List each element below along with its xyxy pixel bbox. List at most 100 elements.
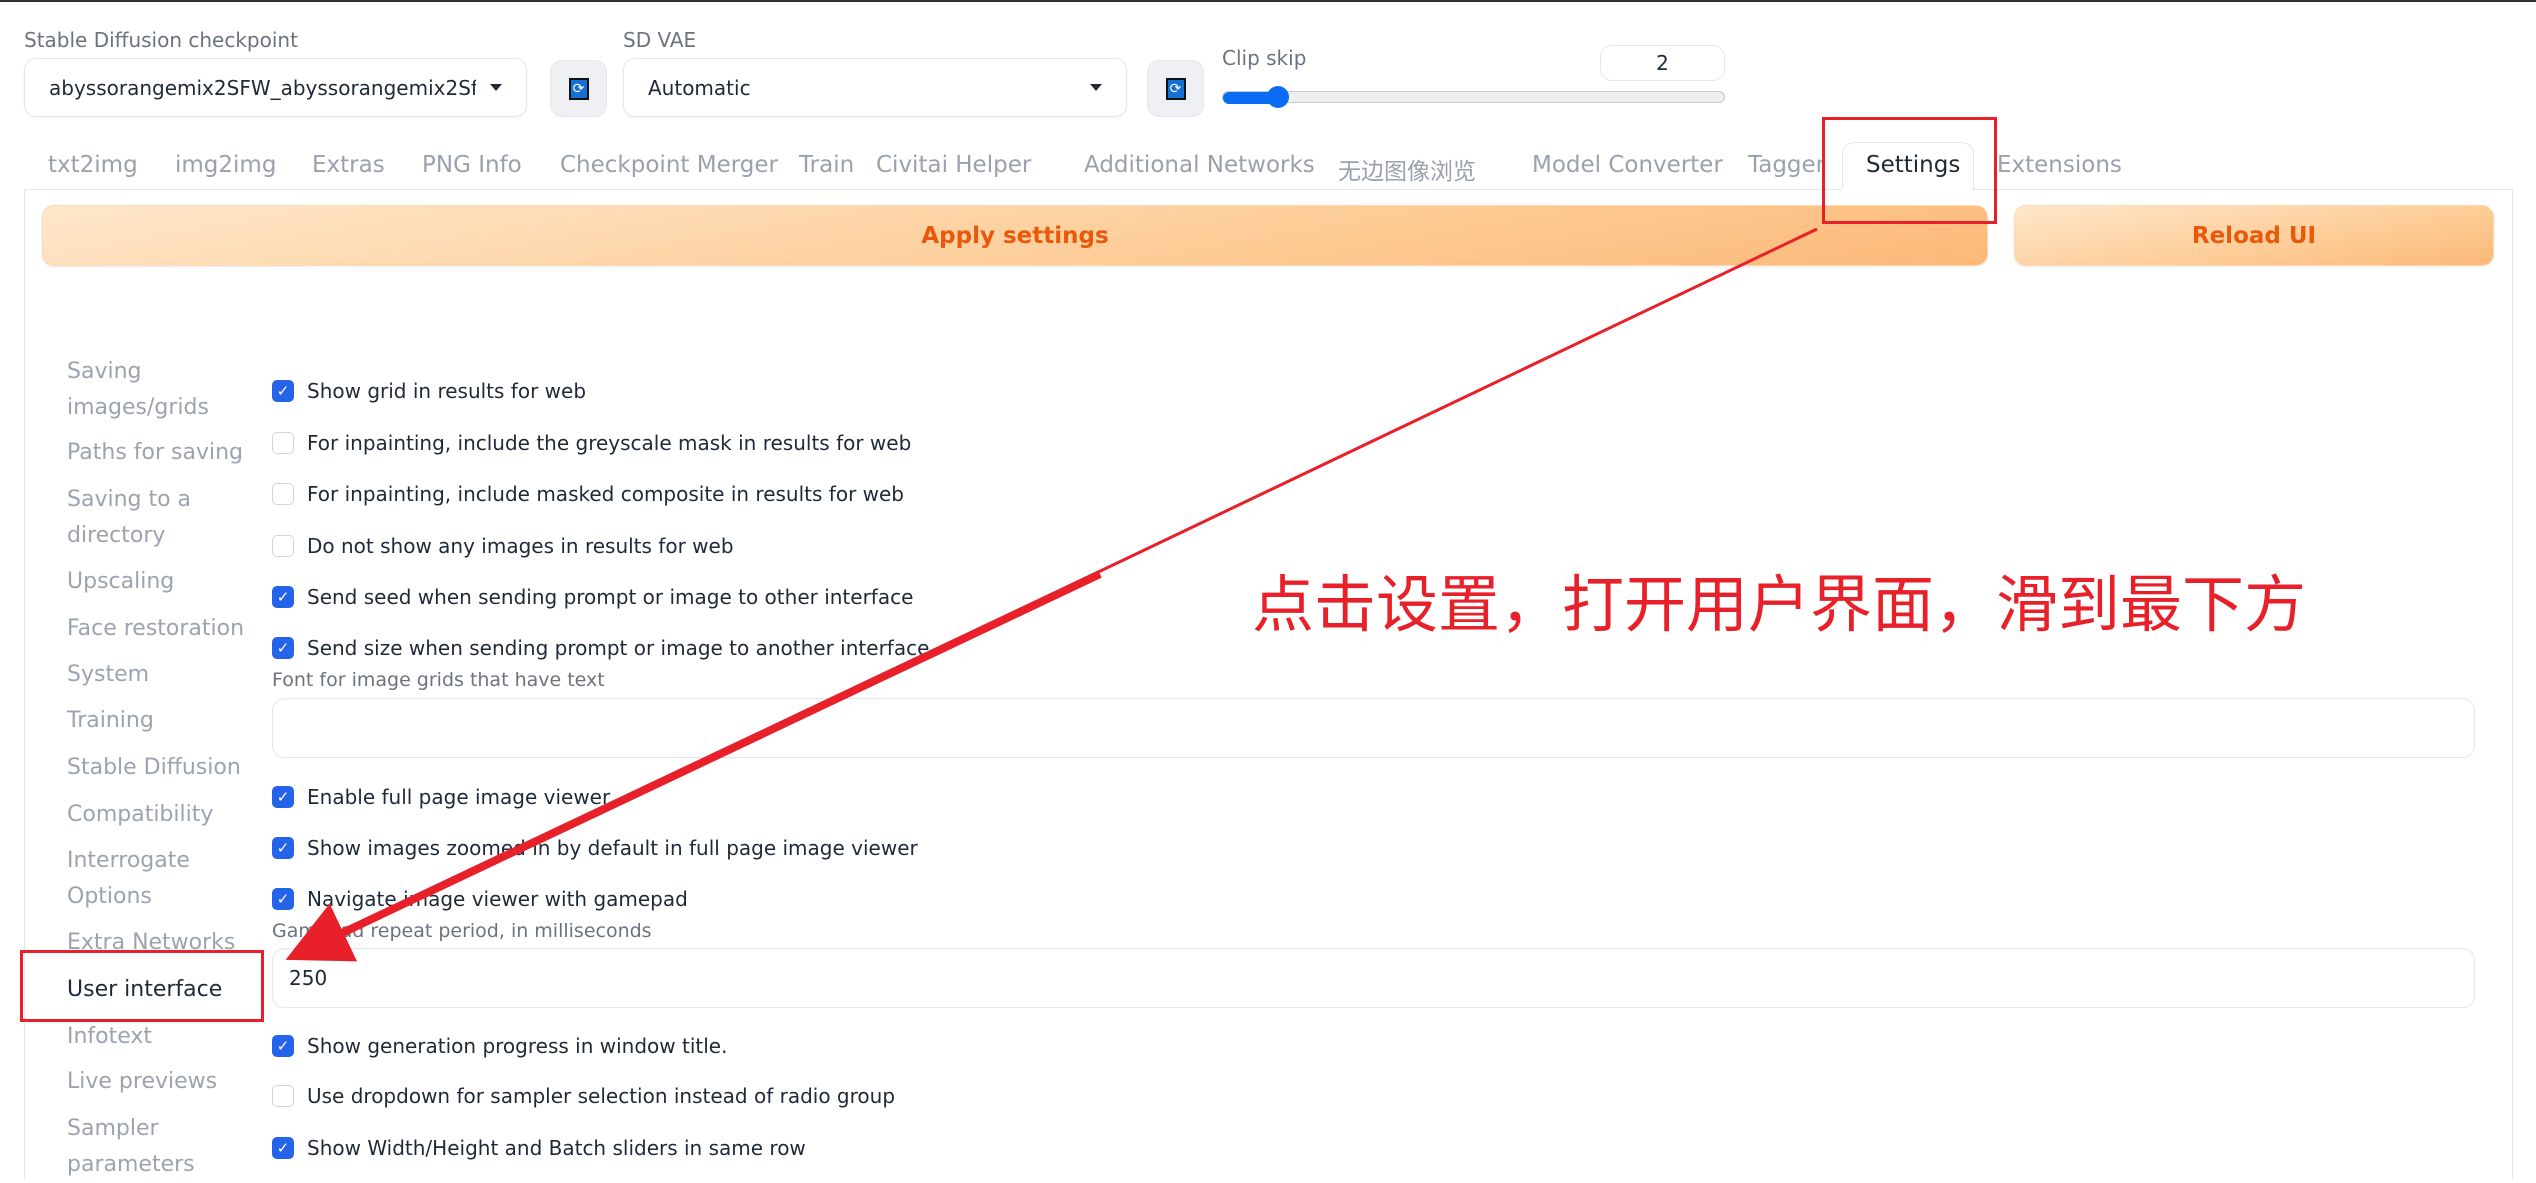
checkmark-icon: ✓: [276, 587, 290, 606]
setting-checkbox-row[interactable]: ✓ Send seed when sending prompt or image …: [272, 585, 913, 609]
tab-extensions[interactable]: Extensions: [1997, 152, 2122, 178]
checkmark-icon: ✓: [276, 838, 290, 857]
refresh-checkpoint-button[interactable]: ⟳: [550, 60, 607, 117]
sidebar-item-label: Paths for saving: [67, 440, 244, 465]
checkpoint-label: Stable Diffusion checkpoint: [24, 28, 298, 52]
refresh-icon: ⟳: [1165, 77, 1186, 100]
sidebar-item-training[interactable]: Training: [67, 703, 154, 739]
reload-ui-button[interactable]: Reload UI: [2014, 205, 2494, 266]
tab-model-converter[interactable]: Model Converter: [1532, 152, 1723, 178]
tab-additional-networks[interactable]: Additional Networks: [1084, 152, 1315, 178]
setting-checkbox-row[interactable]: Do not show any images in results for we…: [272, 534, 734, 558]
clip-skip-number-input[interactable]: 2: [1600, 45, 1725, 81]
checkpoint-value: abyssorangemix2SFW_abyssorangemix2Sfw.sa…: [49, 75, 476, 100]
checkbox-label: Show generation progress in window title…: [307, 1034, 728, 1058]
tab-extras[interactable]: Extras: [312, 152, 385, 178]
setting-checkbox-row[interactable]: ✓ Show images zoomed in by default in ful…: [272, 836, 918, 860]
setting-checkbox-row[interactable]: For inpainting, include masked composite…: [272, 482, 904, 506]
checkbox-label: For inpainting, include masked composite…: [307, 482, 905, 506]
checkbox-label: Navigate image viewer with gamepad: [307, 887, 688, 911]
checkmark-icon: ✓: [276, 1036, 290, 1055]
checkbox-label: Show grid in results for web: [307, 379, 587, 403]
sidebar-item-label: Compatibility: [67, 802, 214, 827]
checkbox-checked[interactable]: ✓: [272, 837, 294, 859]
checkbox-label: Use dropdown for sampler selection inste…: [307, 1084, 896, 1108]
clip-skip-slider[interactable]: [1222, 91, 1725, 104]
sidebar-item-saving-images-grids[interactable]: Saving images/grids: [67, 354, 209, 426]
checkbox-label: Show Width/Height and Batch sliders in s…: [307, 1136, 806, 1160]
sidebar-item-label: System: [67, 662, 150, 687]
sidebar-item-label-line2: directory: [67, 523, 166, 548]
checkbox-checked[interactable]: ✓: [272, 637, 294, 659]
checkbox-checked[interactable]: ✓: [272, 586, 294, 608]
setting-checkbox-row[interactable]: ✓ Enable full page image viewer: [272, 785, 610, 809]
sidebar-item-label: Stable Diffusion: [67, 755, 241, 780]
checkmark-icon: ✓: [276, 787, 290, 806]
tab-train[interactable]: Train: [799, 152, 854, 178]
checkmark-icon: ✓: [276, 1138, 290, 1157]
setting-checkbox-row[interactable]: ✓ Send size when sending prompt or image …: [272, 636, 929, 660]
setting-checkbox-row[interactable]: ✓ Show Width/Height and Batch sliders in …: [272, 1136, 806, 1160]
checkbox-unchecked[interactable]: [272, 535, 294, 557]
grid-font-label: Font for image grids that have text: [272, 669, 605, 691]
sidebar-item-interrogate-options[interactable]: Interrogate Options: [67, 843, 190, 915]
sidebar-item-label-line2: images/grids: [67, 395, 209, 420]
sidebar-item-label-line2: Options: [67, 884, 152, 909]
tab-txt2img[interactable]: txt2img: [48, 152, 138, 178]
checkbox-checked[interactable]: ✓: [272, 1137, 294, 1159]
checkmark-icon: ✓: [276, 889, 290, 908]
setting-checkbox-row[interactable]: For inpainting, include the greyscale ma…: [272, 431, 911, 455]
checkbox-checked[interactable]: ✓: [272, 888, 294, 910]
sidebar-item-saving-to-a-directory[interactable]: Saving to a directory: [67, 482, 191, 554]
tab-civitai-helper[interactable]: Civitai Helper: [876, 152, 1031, 178]
sidebar-item-paths-for-saving[interactable]: Paths for saving: [67, 435, 243, 471]
chevron-down-icon: [1090, 84, 1102, 91]
tab-tagger[interactable]: Tagger: [1748, 152, 1825, 178]
apply-settings-button[interactable]: Apply settings: [42, 205, 1988, 266]
sidebar-item-label-line2: parameters: [67, 1152, 195, 1177]
gamepad-repeat-period-input[interactable]: 250: [272, 948, 2475, 1008]
setting-checkbox-row[interactable]: ✓ Show grid in results for web: [272, 379, 586, 403]
checkmark-icon: ✓: [276, 381, 290, 400]
tab-img2img[interactable]: img2img: [175, 152, 276, 178]
clip-skip-slider-thumb[interactable]: [1267, 86, 1289, 108]
checkbox-checked[interactable]: ✓: [272, 380, 294, 402]
sidebar-item-face-restoration[interactable]: Face restoration: [67, 611, 244, 647]
checkpoint-dropdown[interactable]: abyssorangemix2SFW_abyssorangemix2Sfw.sa…: [24, 58, 527, 117]
setting-checkbox-row[interactable]: ✓ Show generation progress in window titl…: [272, 1034, 727, 1058]
grid-font-input[interactable]: [272, 698, 2475, 758]
sidebar-item-infotext[interactable]: Infotext: [67, 1019, 152, 1055]
checkbox-checked[interactable]: ✓: [272, 786, 294, 808]
tab-png-info[interactable]: PNG Info: [422, 152, 522, 178]
setting-checkbox-row[interactable]: Use dropdown for sampler selection inste…: [272, 1084, 895, 1108]
tab-checkpoint-merger[interactable]: Checkpoint Merger: [560, 152, 778, 178]
sidebar-item-stable-diffusion[interactable]: Stable Diffusion: [67, 750, 241, 786]
sidebar-item-system[interactable]: System: [67, 657, 149, 693]
sidebar-item-live-previews[interactable]: Live previews: [67, 1064, 217, 1100]
checkbox-label: Send size when sending prompt or image t…: [307, 636, 930, 660]
setting-checkbox-row[interactable]: ✓ Navigate image viewer with gamepad: [272, 887, 688, 911]
annotation-highlight-user-interface: [20, 950, 264, 1022]
sidebar-item-label: Training: [67, 708, 154, 733]
sidebar-item-label: Face restoration: [67, 616, 245, 641]
sidebar-item-label: Upscaling: [67, 569, 175, 594]
annotation-highlight-settings-tab: [1822, 117, 1997, 224]
sidebar-item-label: Saving: [67, 359, 142, 384]
sidebar-item-sampler-parameters[interactable]: Sampler parameters: [67, 1111, 195, 1183]
gamepad-repeat-period-label: Gamepad repeat period, in milliseconds: [272, 920, 652, 942]
checkbox-unchecked[interactable]: [272, 1085, 294, 1107]
sidebar-item-label: Infotext: [67, 1024, 153, 1049]
checkbox-unchecked[interactable]: [272, 483, 294, 505]
checkbox-unchecked[interactable]: [272, 432, 294, 454]
checkbox-checked[interactable]: ✓: [272, 1035, 294, 1057]
sidebar-item-compatibility[interactable]: Compatibility: [67, 797, 213, 833]
vae-dropdown[interactable]: Automatic: [623, 58, 1127, 117]
checkmark-icon: ✓: [276, 638, 290, 657]
sidebar-item-label: Interrogate: [67, 848, 190, 873]
refresh-icon: ⟳: [568, 77, 589, 100]
chevron-down-icon: [490, 84, 502, 91]
checkbox-label: Enable full page image viewer: [307, 785, 611, 809]
tab-image-browser[interactable]: 无边图像浏览: [1338, 152, 1476, 186]
sidebar-item-upscaling[interactable]: Upscaling: [67, 564, 174, 600]
refresh-vae-button[interactable]: ⟳: [1147, 60, 1204, 117]
